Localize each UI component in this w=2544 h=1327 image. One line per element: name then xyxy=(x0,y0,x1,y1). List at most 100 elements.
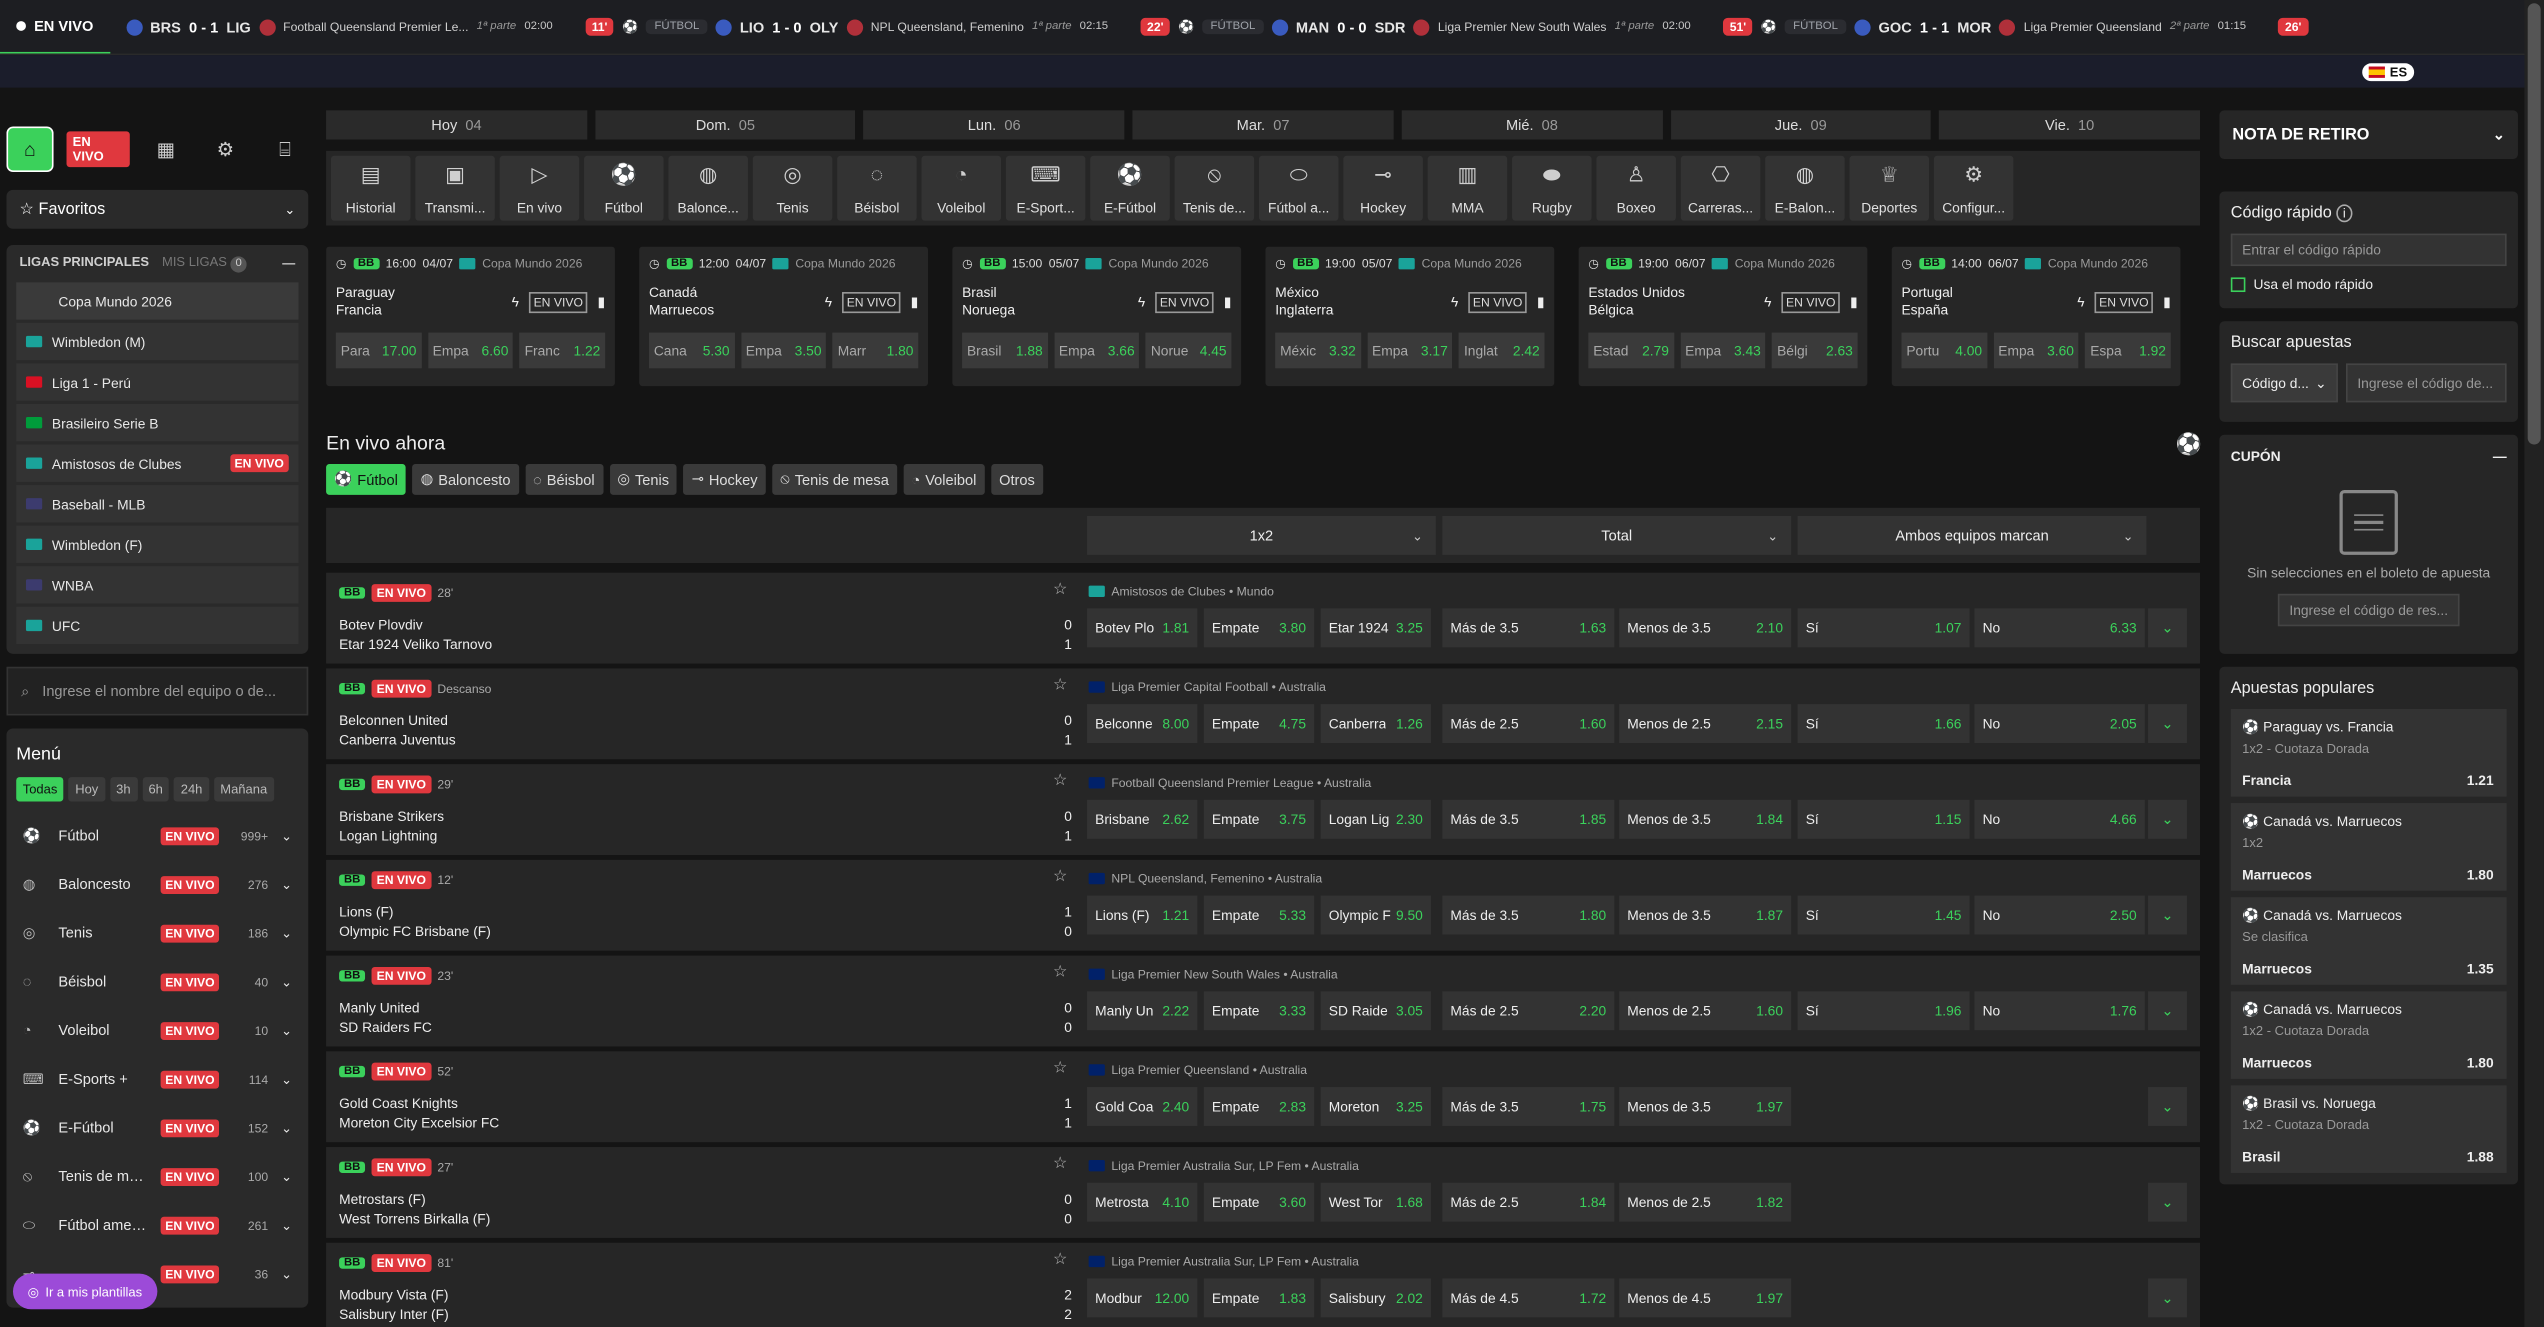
ticker-match[interactable]: 11' ⚽ FÚTBOL LIO 1 - 0 OLY NPL Queensland, Fem… xyxy=(569,0,1124,54)
language-selector[interactable]: ES xyxy=(2362,63,2414,82)
ticker-match[interactable]: 26' xyxy=(2262,0,2324,54)
event-row[interactable]: BB EN VIVO 23' Manly United SD Raiders FC 0 0 ☆… xyxy=(326,955,2200,1047)
odd-button[interactable]: Empa 3.66 xyxy=(1054,332,1140,369)
sport-tab[interactable]: ⌨ E-Sport... xyxy=(1005,155,1086,221)
league-item[interactable]: Wimbledon (F) xyxy=(16,525,299,563)
odd-button[interactable]: Modbur 12.00 xyxy=(1087,1278,1198,1318)
day-tab[interactable]: Vie. 10 xyxy=(1939,110,2201,140)
menu-sport-item[interactable]: ⦸ Tenis de me... EN VIVO 100 ⌄ xyxy=(16,1152,298,1201)
featured-match-card[interactable]: ◷ BB 19:00 06/07 Copa Mundo 2026 Estados Unid… xyxy=(1578,246,1868,387)
league-item[interactable]: UFC xyxy=(16,606,299,645)
odd-button[interactable]: Empate 3.75 xyxy=(1203,799,1315,839)
ticker-match[interactable]: 22' ⚽ FÚTBOL MAN 0 - 0 SDR Liga Premier New So… xyxy=(1124,0,1707,54)
sport-tab[interactable]: ♕ Deportes xyxy=(1849,155,1930,221)
favorite-star-icon[interactable]: ☆ xyxy=(1053,1155,1068,1173)
sport-tab[interactable]: ▷ En vivo xyxy=(499,155,580,221)
minimize-icon[interactable]: — xyxy=(2493,448,2507,464)
stats-icon[interactable]: ⌸ xyxy=(262,127,309,172)
favorite-star-icon[interactable]: ☆ xyxy=(1053,1251,1068,1269)
page-scrollbar[interactable] xyxy=(2524,0,2544,1327)
market-select-total[interactable]: Total ⌄ xyxy=(1442,515,1792,555)
live-tab-3[interactable]: ◎ Tenis xyxy=(609,464,678,495)
live-button[interactable]: EN VIVO xyxy=(66,131,130,168)
menu-sport-item[interactable]: ◌ Béisbol EN VIVO 40 ⌄ xyxy=(16,957,298,1006)
event-row[interactable]: BB EN VIVO 12' Lions (F) Olympic FC Brisbane… xyxy=(326,859,2200,951)
sport-tab[interactable]: ◍ E-Balon... xyxy=(1765,155,1845,221)
sport-tab[interactable]: ⚽ E-Fútbol xyxy=(1090,155,1170,221)
my-leagues-tab[interactable]: MIS LIGAS 0 xyxy=(162,255,247,273)
day-tab[interactable]: Lun. 06 xyxy=(863,110,1125,140)
odd-button[interactable]: Moreton 3.25 xyxy=(1320,1087,1431,1126)
live-tab[interactable]: EN VIVO xyxy=(0,0,110,54)
sport-tab[interactable]: ▥ MMA xyxy=(1427,155,1508,221)
home-icon[interactable]: ⌂ xyxy=(6,126,54,172)
odd-button[interactable]: Menos de 3.5 1.87 xyxy=(1619,895,1792,935)
day-tab[interactable]: Mar. 07 xyxy=(1132,110,1394,140)
odd-button[interactable]: Norue 4.45 xyxy=(1145,332,1232,369)
popular-bet[interactable]: ⚽ Canadá vs. Marruecos 1x2 Marruecos 1.80 xyxy=(2230,803,2507,891)
favorite-star-icon[interactable]: ☆ xyxy=(1053,581,1068,599)
popular-bet[interactable]: ⚽ Paraguay vs. Francia 1x2 - Cuotaza Dora… xyxy=(2230,708,2507,797)
odd-button[interactable]: Canberra 1.26 xyxy=(1320,704,1431,744)
odd-button[interactable]: Empa 3.50 xyxy=(740,332,827,369)
filter-1[interactable]: Hoy xyxy=(68,777,105,802)
popular-bet[interactable]: ⚽ Canadá vs. Marruecos 1x2 - Cuotaza Dora… xyxy=(2230,991,2507,1079)
odd-button[interactable]: Menos de 4.5 1.97 xyxy=(1619,1278,1792,1318)
featured-match-card[interactable]: ◷ BB 16:00 04/07 Copa Mundo 2026 Paraguay Fran… xyxy=(326,246,615,387)
odd-button[interactable]: Sí 1.45 xyxy=(1797,895,1970,935)
expand-chevron-icon[interactable]: ⌄ xyxy=(2148,1087,2187,1126)
odd-button[interactable]: Empate 3.80 xyxy=(1203,608,1315,648)
menu-sport-item[interactable]: ◔ Voleibol EN VIVO 10 ⌄ xyxy=(16,1006,298,1055)
popular-bet[interactable]: ⚽ Canadá vs. Marruecos Se clasifica Marrue… xyxy=(2230,897,2507,985)
day-tab[interactable]: Dom. 05 xyxy=(594,110,856,140)
odd-button[interactable]: Menos de 3.5 1.97 xyxy=(1619,1087,1792,1126)
league-item[interactable]: Liga 1 - Perú xyxy=(16,363,299,401)
favorites-toggle[interactable]: ☆ Favoritos ⌄ xyxy=(6,189,309,229)
odd-button[interactable]: Estad 2.79 xyxy=(1588,332,1674,369)
odd-button[interactable]: No 4.66 xyxy=(1974,799,2145,839)
league-item[interactable]: Copa Mundo 2026 xyxy=(16,282,299,320)
odd-button[interactable]: Lions (F) 1.21 xyxy=(1087,895,1198,935)
odd-button[interactable]: Empate 5.33 xyxy=(1203,895,1315,935)
odd-button[interactable]: Empa 3.17 xyxy=(1367,332,1453,369)
day-tab[interactable]: Mié. 08 xyxy=(1401,110,1663,140)
featured-match-card[interactable]: ◷ BB 14:00 06/07 Copa Mundo 2026 Portugal Espa… xyxy=(1891,246,2181,387)
menu-sport-item[interactable]: ◍ Baloncesto EN VIVO 276 ⌄ xyxy=(16,860,298,909)
event-row[interactable]: BB EN VIVO 29' Brisbane Strikers Logan Light… xyxy=(326,764,2200,856)
bet-code-input[interactable]: Ingrese el código de... xyxy=(2345,363,2507,403)
odd-button[interactable]: Gold Coa 2.40 xyxy=(1087,1087,1198,1126)
menu-sport-item[interactable]: ⚽ Fútbol EN VIVO 999+ ⌄ xyxy=(16,811,298,860)
odd-button[interactable]: Más de 2.5 1.60 xyxy=(1442,704,1615,744)
odd-button[interactable]: Empa 6.60 xyxy=(427,332,514,369)
filter-4[interactable]: 24h xyxy=(174,777,209,802)
odd-button[interactable]: Franc 1.22 xyxy=(519,332,606,369)
odd-button[interactable]: No 2.05 xyxy=(1974,704,2145,744)
expand-chevron-icon[interactable]: ⌄ xyxy=(2148,991,2187,1031)
team-search-input[interactable]: ⌕ Ingrese el nombre del equipo o de... xyxy=(6,666,309,716)
live-tab-0[interactable]: ⚽ Fútbol xyxy=(326,464,406,495)
odd-button[interactable]: Empate 3.33 xyxy=(1203,991,1315,1031)
sport-tab[interactable]: ◎ Tenis xyxy=(752,155,833,221)
filter-5[interactable]: Mañana xyxy=(213,777,274,802)
filter-0[interactable]: Todas xyxy=(16,777,64,802)
soccer-ball-icon[interactable]: ⚽ xyxy=(2176,432,2202,458)
ticker-match[interactable]: 51' ⚽ FÚTBOL GOC 1 - 1 MOR Liga Premier Queens… xyxy=(1707,0,2262,54)
expand-chevron-icon[interactable]: ⌄ xyxy=(2148,1182,2187,1222)
odd-button[interactable]: Brisbane 2.62 xyxy=(1087,799,1198,839)
odd-button[interactable]: Marr 1.80 xyxy=(832,332,919,369)
sport-tab[interactable]: ⬭ Fútbol a... xyxy=(1258,155,1339,221)
withdrawal-note[interactable]: NOTA DE RETIRO ⌄ xyxy=(2219,110,2518,159)
odd-button[interactable]: Más de 3.5 1.63 xyxy=(1442,608,1615,648)
market-select-btts[interactable]: Ambos equipos marcan ⌄ xyxy=(1797,515,2147,555)
odd-button[interactable]: Olympic F 9.50 xyxy=(1320,895,1431,935)
odd-button[interactable]: Cana 5.30 xyxy=(648,332,735,369)
league-item[interactable]: Brasileiro Serie B xyxy=(16,403,299,442)
expand-chevron-icon[interactable]: ⌄ xyxy=(2148,895,2187,935)
odd-button[interactable]: Espa 1.92 xyxy=(2085,332,2171,369)
settings-icon[interactable]: ⚙ xyxy=(202,127,249,172)
favorite-star-icon[interactable]: ☆ xyxy=(1053,964,1068,982)
expand-chevron-icon[interactable]: ⌄ xyxy=(2148,704,2187,744)
event-row[interactable]: BB EN VIVO 28' Botev Plovdiv Etar 1924 Velik… xyxy=(326,572,2200,664)
event-row[interactable]: BB EN VIVO 81' Modbury Vista (F) Salisbury I… xyxy=(326,1242,2200,1327)
odd-button[interactable]: Sí 1.07 xyxy=(1797,608,1970,648)
